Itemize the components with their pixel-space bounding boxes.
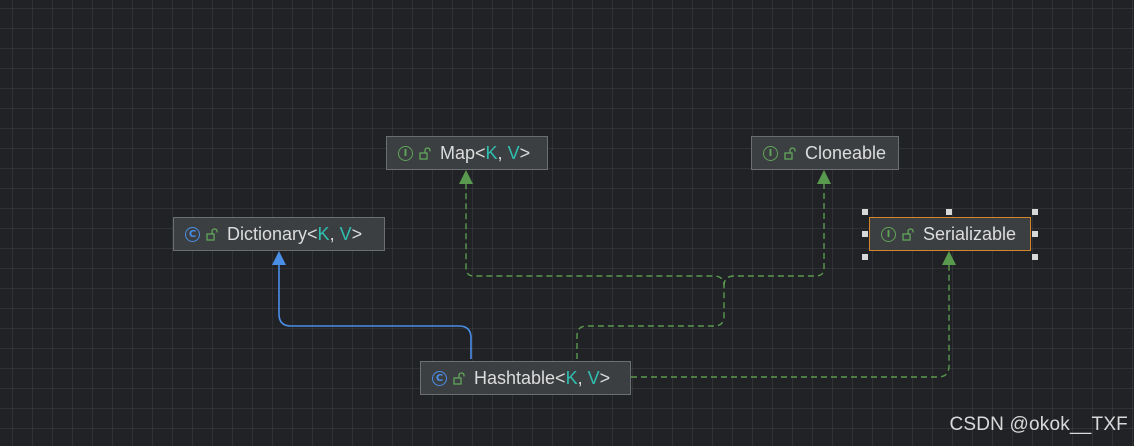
interface-icon: I (398, 145, 413, 161)
node-label: Hashtable<K, V> (474, 367, 611, 388)
arrowhead-cloneable (817, 170, 831, 184)
unlock-icon (784, 147, 796, 160)
watermark: CSDN @okok__TXF (949, 414, 1128, 435)
node-label: Cloneable (805, 142, 887, 163)
node-label: Serializable (923, 223, 1017, 244)
node-label: Map<K, V> (440, 142, 531, 163)
resize-handle-right[interactable] (1032, 231, 1038, 237)
arrowhead-dictionary (272, 251, 286, 265)
class-icon: C (432, 370, 447, 386)
resize-handle-bottom-left[interactable] (862, 254, 868, 260)
resize-handle-bottom-right[interactable] (1032, 254, 1038, 260)
edge-hashtable-extends-dictionary (278, 262, 472, 359)
unlock-icon (453, 372, 465, 385)
resize-handle-top-left[interactable] (862, 209, 868, 215)
unlock-icon (206, 228, 218, 241)
unlock-icon (419, 147, 431, 160)
node-dictionary-class[interactable]: C Dictionary<K, V> (173, 217, 385, 251)
node-serializable-interface[interactable]: I Serializable (869, 217, 1031, 251)
arrowhead-serializable (942, 251, 956, 265)
resize-handle-top[interactable] (946, 209, 952, 215)
node-hashtable-class[interactable]: C Hashtable<K, V> (420, 361, 631, 395)
edge-hashtable-implements-map (465, 182, 725, 359)
node-cloneable-interface[interactable]: I Cloneable (751, 136, 899, 170)
edge-hashtable-implements-serializable (631, 263, 950, 378)
node-label: Dictionary<K, V> (227, 223, 363, 244)
resize-handle-left[interactable] (862, 231, 868, 237)
interface-icon: I (763, 145, 778, 161)
edge-hashtable-implements-cloneable (723, 182, 825, 287)
interface-icon: I (881, 226, 896, 242)
unlock-icon (902, 228, 914, 241)
arrowhead-map (459, 170, 473, 184)
node-map-interface[interactable]: I Map<K, V> (386, 136, 548, 170)
resize-handle-top-right[interactable] (1032, 209, 1038, 215)
class-icon: C (185, 226, 200, 242)
